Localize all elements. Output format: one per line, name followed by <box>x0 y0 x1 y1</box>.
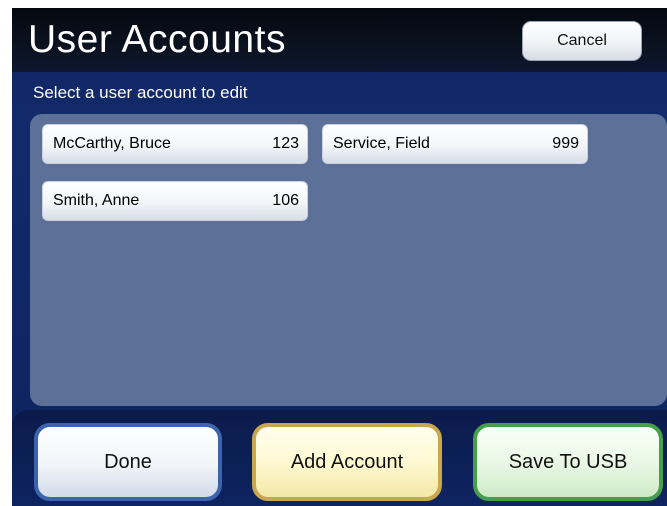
account-id: 123 <box>272 135 299 152</box>
account-name: Smith, Anne <box>53 192 140 209</box>
account-name: Service, Field <box>333 135 430 152</box>
instruction-text: Select a user account to edit <box>33 83 248 102</box>
account-id: 106 <box>272 192 299 209</box>
account-name: McCarthy, Bruce <box>53 135 171 152</box>
add-account-button[interactable]: Add Account <box>252 423 442 501</box>
screen: User Accounts Cancel Select a user accou… <box>12 8 667 506</box>
account-button-smith[interactable]: Smith, Anne 106 <box>42 181 308 221</box>
header-bar: User Accounts Cancel <box>12 8 667 72</box>
cancel-button[interactable]: Cancel <box>522 21 642 61</box>
save-to-usb-button[interactable]: Save To USB <box>473 423 663 501</box>
account-button-service[interactable]: Service, Field 999 <box>322 124 588 164</box>
account-button-mccarthy[interactable]: McCarthy, Bruce 123 <box>42 124 308 164</box>
done-button[interactable]: Done <box>34 423 222 501</box>
page-title: User Accounts <box>28 18 286 61</box>
account-id: 999 <box>552 135 579 152</box>
